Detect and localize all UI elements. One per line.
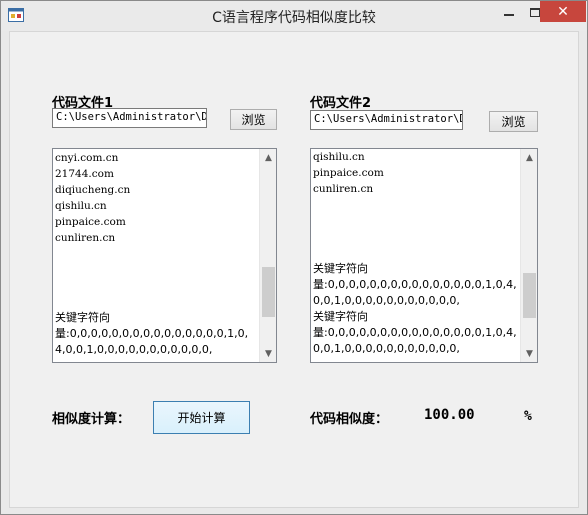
main-window: C语言程序代码相似度比较 ✕ 代码文件1 C:\Users\Administra… [0, 0, 588, 515]
file2-vertical-scrollbar[interactable]: ▲ ▼ [520, 149, 537, 362]
text-line [55, 294, 258, 310]
file1-content: cnyi.com.cn 21744.com diqiucheng.cn qishilu… [55, 150, 258, 362]
text-line: pinpaice.com [55, 216, 126, 228]
scroll-down-arrow-icon[interactable]: ▼ [521, 345, 537, 362]
file2-content-textbox[interactable]: qishilu.cn pinpaice.com cunliren.cn 关键字符向量… [310, 148, 538, 363]
file2-browse-button[interactable]: 浏览 [489, 111, 538, 132]
text-line: qishilu.cn [313, 151, 365, 163]
similarity-label: 代码相似度： [310, 412, 389, 427]
file1-content-textbox[interactable]: cnyi.com.cn 21744.com diqiucheng.cn qishilu… [52, 148, 277, 363]
text-line [313, 229, 520, 245]
text-line: diqiucheng.cn [55, 184, 131, 196]
file1-vertical-scrollbar[interactable]: ▲ ▼ [259, 149, 276, 362]
file2-label: 代码文件2 [310, 96, 372, 111]
text-line [313, 213, 520, 229]
text-line [313, 245, 520, 261]
text-line: qishilu.cn [55, 200, 107, 212]
text-line: pinpaice.com [313, 167, 384, 179]
scroll-up-arrow-icon[interactable]: ▲ [521, 149, 537, 166]
text-line: 21744.com [55, 168, 114, 180]
text-line: 关键字符向 [55, 311, 110, 324]
percent-unit: % [524, 409, 532, 424]
file1-path-input[interactable]: C:\Users\Administrator\De [52, 108, 207, 128]
text-line: 量:0,0,0,0,0,0,0,0,0,0,0,0,0,0,0,1,0,4,0,… [313, 326, 517, 355]
title-bar: C语言程序代码相似度比较 ✕ [1, 1, 587, 31]
text-line: 关键字符向 [313, 262, 368, 275]
file2-scroll-thumb[interactable] [523, 273, 536, 319]
similarity-value: 100.00 [424, 407, 475, 423]
start-calculation-button[interactable]: 开始计算 [153, 401, 250, 434]
text-line [55, 262, 258, 278]
text-line [55, 246, 258, 262]
file1-browse-button[interactable]: 浏览 [230, 109, 277, 130]
scroll-down-arrow-icon[interactable]: ▼ [260, 345, 276, 362]
file1-scroll-thumb[interactable] [262, 266, 275, 317]
text-line: cunliren.cn [55, 232, 116, 244]
minimize-button[interactable] [495, 2, 522, 22]
text-line: cunliren.cn [313, 183, 374, 195]
text-line [55, 278, 258, 294]
text-line: 量:0,0,0,0,0,0,0,0,0,0,0,0,0,0,0,1,0,4,0,… [55, 327, 249, 356]
file2-path-input[interactable]: C:\Users\Administrator\De [310, 110, 463, 130]
close-button[interactable]: ✕ [540, 1, 586, 22]
minimize-icon [503, 14, 514, 16]
text-line: cnyi.com.cn [55, 152, 119, 164]
text-line [313, 197, 520, 213]
text-line: 关键字符向 [313, 310, 368, 323]
text-line: 量:0,0,0,0,0,0,0,0,0,0,0,0,0,0,0,1,0,4,0,… [313, 278, 517, 307]
file2-content: qishilu.cn pinpaice.com cunliren.cn 关键字符向量… [313, 149, 520, 362]
close-icon: ✕ [557, 3, 569, 20]
calc-label: 相似度计算： [52, 412, 131, 427]
maximize-icon [530, 7, 540, 17]
scroll-up-arrow-icon[interactable]: ▲ [260, 149, 276, 166]
